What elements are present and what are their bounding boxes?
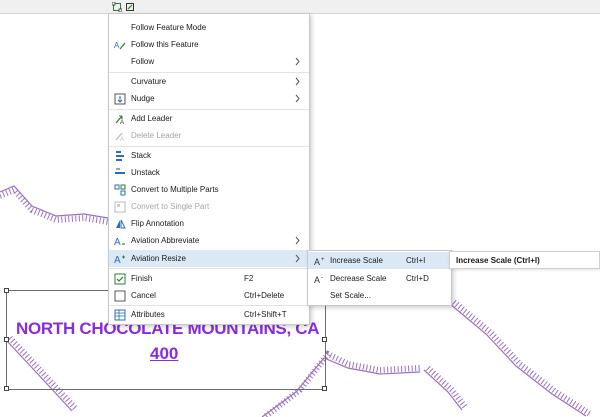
menu-item-follow-feature-mode[interactable]: Follow Feature Mode [109,19,309,36]
menu-item-shortcut: Ctrl+Shift+T [244,310,287,319]
flip-annotation-icon [114,218,126,230]
aviation-resize-submenu: A + Increase Scale Ctrl+I A- Decrease Sca… [307,250,452,306]
aviation-resize-icon: A [114,253,126,265]
menu-item-aviation-resize[interactable]: A Aviation Resize [109,250,309,267]
menu-item-label: Decrease Scale [330,274,387,283]
menu-item-label: Aviation Abbreviate [131,236,200,245]
menu-item-cancel[interactable]: Cancel Ctrl+Delete [109,287,309,304]
menu-item-label: Set Scale... [330,291,371,300]
menu-item-convert-to-single-part[interactable]: Convert to Single Part [109,198,309,215]
menu-item-label: Unstack [131,168,160,177]
menu-item-follow[interactable]: Follow [109,53,309,70]
selection-handle[interactable] [4,288,9,293]
menu-item-unstack[interactable]: Unstack [109,164,309,181]
menu-item-add-leader[interactable]: A Add Leader [109,110,309,127]
chevron-right-icon [295,57,300,66]
increase-scale-icon: A + [314,255,326,267]
cancel-icon [114,290,126,302]
svg-text:A: A [120,137,124,142]
menu-item-stack[interactable]: Stack [109,147,309,164]
menu-item-label: Add Leader [131,114,173,123]
menu-separator [109,268,309,269]
menu-item-label: Convert to Multiple Parts [131,185,219,194]
svg-text:-: - [321,275,323,281]
selection-handle[interactable] [4,386,9,391]
unstack-icon [114,167,126,179]
boundary-line-west [0,185,109,225]
boundary-line-east [423,299,592,417]
finish-icon [114,273,126,285]
decrease-scale-icon: A- [314,273,326,285]
menu-item-shortcut: Ctrl+D [406,274,429,283]
menu-item-label: Attributes [131,310,165,319]
attributes-icon [114,309,126,321]
chevron-right-icon [295,77,300,86]
svg-text:A: A [114,237,121,247]
selection-handle[interactable] [322,386,327,391]
menu-item-label: Convert to Single Part [131,202,210,211]
menu-item-finish[interactable]: Finish F2 [109,270,309,287]
menu-item-label: Aviation Resize [131,254,186,263]
menu-item-label: Stack [131,151,152,160]
convert-single-part-icon [114,201,126,213]
menu-item-curvature[interactable]: Curvature [109,73,309,90]
add-leader-icon: A [114,113,126,125]
menu-item-label: Cancel [131,291,156,300]
menu-item-follow-this-feature[interactable]: A Follow this Feature [109,36,309,53]
chevron-right-icon [295,236,300,245]
menu-item-label: Nudge [131,94,155,103]
stack-icon [114,150,126,162]
menu-item-label: Curvature [131,77,167,86]
svg-text:A: A [314,275,320,285]
submenu-item-increase-scale[interactable]: A + Increase Scale Ctrl+I [308,252,451,269]
selection-handle[interactable] [322,337,327,342]
menu-item-shortcut: Ctrl+I [406,256,426,265]
follow-feature-icon: A [114,39,126,51]
nudge-icon [114,93,126,105]
menu-item-attributes[interactable]: Attributes Ctrl+Shift+T [109,306,309,323]
menu-item-label: Follow [131,57,155,66]
svg-text:+: + [321,257,325,263]
menu-item-label: Delete Leader [131,131,182,140]
aviation-abbreviate-icon: A [114,235,126,247]
tooltip: Increase Scale (Ctrl+I) [449,251,600,269]
svg-text:A: A [120,120,124,125]
annotation-text-line2[interactable]: 400 [150,344,178,364]
svg-text:A: A [114,255,121,265]
menu-item-label: Flip Annotation [131,219,184,228]
chevron-right-icon [295,254,300,263]
menu-item-nudge[interactable]: Nudge [109,90,309,107]
selection-handle[interactable] [4,337,9,342]
chevron-right-icon [295,94,300,103]
submenu-item-set-scale[interactable]: Set Scale... [308,287,451,304]
menu-item-label: Follow Feature Mode [131,23,207,32]
menu-item-flip-annotation[interactable]: Flip Annotation [109,215,309,232]
convert-multiple-parts-icon [114,184,126,196]
submenu-item-decrease-scale[interactable]: A- Decrease Scale Ctrl+D [308,270,451,287]
menu-item-shortcut: F2 [244,274,254,283]
menu-item-aviation-abbreviate[interactable]: A Aviation Abbreviate [109,232,309,249]
menu-item-shortcut: Ctrl+Delete [244,291,285,300]
menu-item-delete-leader[interactable]: A Delete Leader [109,127,309,144]
menu-item-label: Follow this Feature [131,40,199,49]
context-menu: Follow Feature Mode A Follow this Featur… [108,13,310,325]
menu-item-convert-to-multiple-parts[interactable]: Convert to Multiple Parts [109,181,309,198]
svg-text:A: A [314,257,320,267]
delete-leader-icon: A [114,130,126,142]
svg-text:A: A [114,41,120,50]
menu-item-label: Finish [131,274,153,283]
menu-item-label: Increase Scale [330,256,383,265]
